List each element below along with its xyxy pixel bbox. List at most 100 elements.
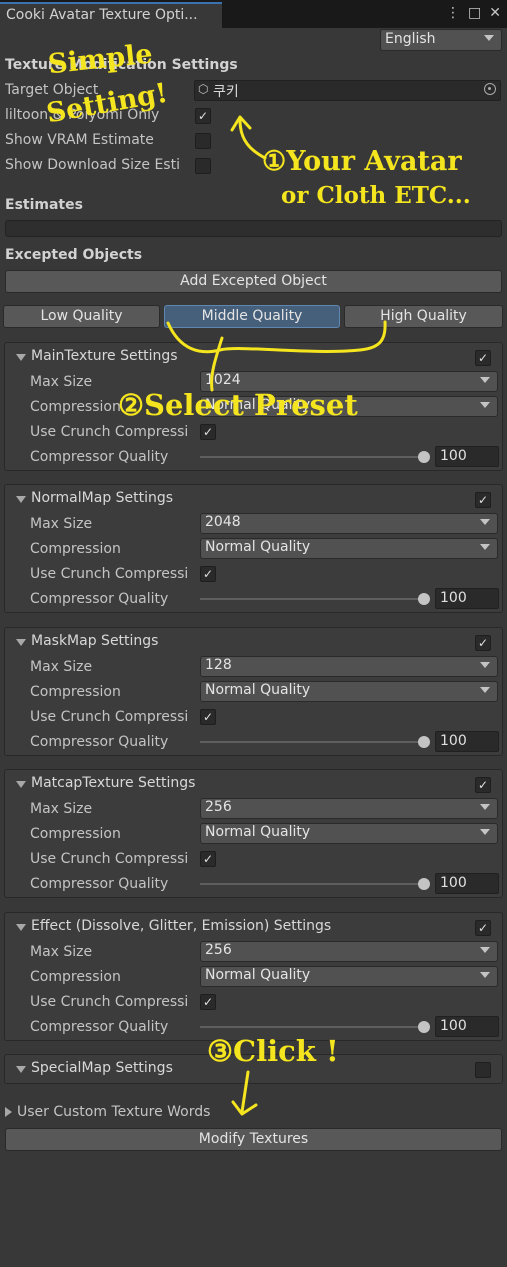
compression-label: Compression [30, 541, 121, 557]
quality-value-field[interactable]: 100 [435, 873, 499, 894]
middle-quality-button[interactable]: Middle Quality [164, 305, 340, 328]
quality-slider-handle[interactable] [418, 593, 430, 605]
quality-slider-handle[interactable] [418, 1021, 430, 1033]
quality-value-field[interactable]: 100 [435, 1016, 499, 1037]
max-size-label: Max Size [30, 659, 93, 675]
liltoon-only-checkbox[interactable]: ✓ [195, 108, 211, 124]
quality-slider-track[interactable] [200, 741, 428, 743]
effect-settings-panel: Effect (Dissolve, Glitter, Emission) Set… [4, 912, 503, 1041]
quality-value-field[interactable]: 100 [435, 731, 499, 752]
foldout-arrow-icon[interactable] [16, 1066, 26, 1073]
modify-textures-button[interactable]: Modify Textures [5, 1128, 502, 1151]
chevron-down-icon [480, 947, 490, 953]
max-size-label: Max Size [30, 944, 93, 960]
chevron-down-icon [480, 402, 490, 408]
foldout-arrow-icon[interactable] [16, 781, 26, 788]
more-icon[interactable]: ⋮ [446, 5, 460, 21]
quality-slider-handle[interactable] [418, 451, 430, 463]
max-size-value: 256 [205, 942, 232, 958]
target-object-field[interactable]: ⬡ 쿠키 [194, 80, 501, 101]
section-title: SpecialMap Settings [31, 1060, 173, 1076]
vram-estimate-checkbox[interactable] [195, 133, 211, 149]
section-enable-checkbox[interactable] [475, 1062, 491, 1078]
chevron-down-icon [480, 804, 490, 810]
compressor-quality-label: Compressor Quality [30, 591, 169, 607]
cube-icon: ⬡ [198, 82, 209, 96]
crunch-checkbox[interactable]: ✓ [200, 994, 216, 1010]
max-size-dropdown[interactable]: 128 [200, 656, 498, 677]
compression-label: Compression [30, 684, 121, 700]
max-size-label: Max Size [30, 801, 93, 817]
compression-dropdown[interactable]: Normal Quality [200, 966, 498, 987]
foldout-arrow-icon[interactable] [16, 639, 26, 646]
chevron-down-icon [480, 662, 490, 668]
compression-label: Compression [30, 399, 121, 415]
target-object-value: 쿠키 [213, 84, 239, 100]
quality-slider-track[interactable] [200, 1026, 428, 1028]
section-enable-checkbox[interactable]: ✓ [475, 635, 491, 651]
compressor-quality-label: Compressor Quality [30, 876, 169, 892]
foldout-arrow-icon[interactable] [16, 354, 26, 361]
compression-dropdown[interactable]: Normal Quality [200, 681, 498, 702]
chevron-down-icon [484, 35, 494, 41]
section-enable-checkbox[interactable]: ✓ [475, 777, 491, 793]
crunch-checkbox[interactable]: ✓ [200, 709, 216, 725]
crunch-label: Use Crunch Compressi [30, 994, 189, 1010]
matcaptexture-settings-panel: MatcapTexture Settings ✓ Max Size 256 Co… [4, 769, 503, 898]
high-quality-button[interactable]: High Quality [344, 305, 503, 328]
vram-estimate-label: Show VRAM Estimate [5, 132, 154, 148]
object-picker-icon[interactable] [484, 83, 496, 95]
max-size-value: 2048 [205, 514, 241, 530]
quality-value-field[interactable]: 100 [435, 588, 499, 609]
chevron-down-icon [480, 829, 490, 835]
section-enable-checkbox[interactable]: ✓ [475, 492, 491, 508]
max-size-label: Max Size [30, 374, 93, 390]
chevron-down-icon [480, 972, 490, 978]
compression-value: Normal Quality [205, 539, 311, 555]
foldout-arrow-icon[interactable] [5, 1107, 12, 1117]
window-tab[interactable]: Cooki Avatar Texture Opti... [0, 2, 222, 28]
download-size-checkbox[interactable] [195, 158, 211, 174]
crunch-label: Use Crunch Compressi [30, 424, 189, 440]
quality-slider-track[interactable] [200, 456, 428, 458]
crunch-checkbox[interactable]: ✓ [200, 851, 216, 867]
arrow-to-target-object-head [230, 115, 252, 132]
compression-dropdown[interactable]: Normal Quality [200, 823, 498, 844]
crunch-checkbox[interactable]: ✓ [200, 566, 216, 582]
max-size-dropdown[interactable]: 2048 [200, 513, 498, 534]
annotation-step1-line1: ①Your Avatar [262, 146, 462, 177]
language-value: English [385, 31, 436, 47]
max-size-label: Max Size [30, 516, 93, 532]
compressor-quality-label: Compressor Quality [30, 734, 169, 750]
foldout-arrow-icon[interactable] [16, 924, 26, 931]
section-enable-checkbox[interactable]: ✓ [475, 350, 491, 366]
add-excepted-object-button[interactable]: Add Excepted Object [5, 270, 502, 293]
arrow-to-modify-head [231, 1100, 258, 1116]
compression-value: Normal Quality [205, 682, 311, 698]
quality-slider-handle[interactable] [418, 878, 430, 890]
low-quality-button[interactable]: Low Quality [3, 305, 160, 328]
max-size-dropdown[interactable]: 256 [200, 941, 498, 962]
quality-value-field[interactable]: 100 [435, 446, 499, 467]
foldout-arrow-icon[interactable] [16, 496, 26, 503]
compression-dropdown[interactable]: Normal Quality [200, 538, 498, 559]
excepted-objects-header: Excepted Objects [5, 247, 143, 263]
chevron-down-icon [480, 544, 490, 550]
crunch-checkbox[interactable]: ✓ [200, 424, 216, 440]
chevron-down-icon [480, 377, 490, 383]
language-dropdown[interactable]: English [380, 29, 502, 51]
maximize-icon[interactable]: □ [468, 5, 481, 21]
quality-slider-track[interactable] [200, 883, 428, 885]
download-size-label: Show Download Size Esti [5, 157, 180, 173]
max-size-dropdown[interactable]: 256 [200, 798, 498, 819]
window-title: Cooki Avatar Texture Opti... [6, 7, 198, 23]
custom-texture-words-label[interactable]: User Custom Texture Words [17, 1104, 210, 1120]
max-size-value: 256 [205, 799, 232, 815]
estimates-header: Estimates [5, 197, 83, 213]
max-size-value: 128 [205, 657, 232, 673]
compressor-quality-label: Compressor Quality [30, 449, 169, 465]
section-enable-checkbox[interactable]: ✓ [475, 920, 491, 936]
close-icon[interactable]: ✕ [489, 5, 501, 21]
quality-slider-track[interactable] [200, 598, 428, 600]
quality-slider-handle[interactable] [418, 736, 430, 748]
